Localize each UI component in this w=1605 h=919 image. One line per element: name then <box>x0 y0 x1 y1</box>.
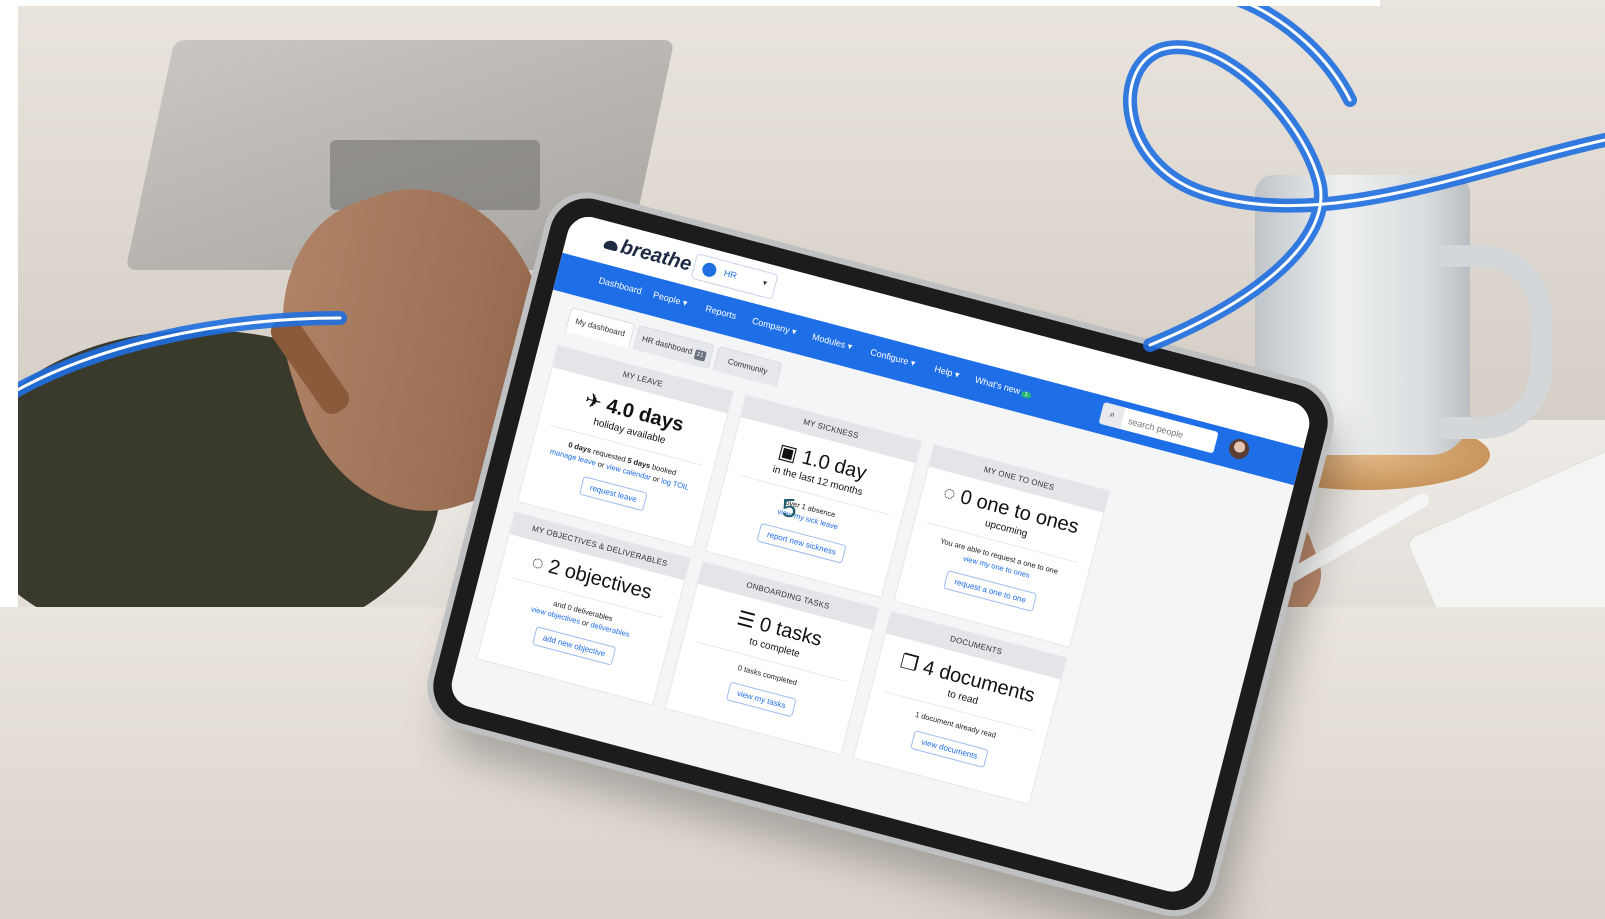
documents-panel: DOCUMENTS ❐ 4 documents to read 1 docume… <box>852 610 1068 805</box>
tab-my-dashboard[interactable]: My dashboard <box>565 306 636 349</box>
cloud-icon <box>603 239 619 252</box>
top-border <box>0 0 1380 6</box>
my-sickness-panel: MY SICKNESS ▣ 1.0 day in the last 12 mon… <box>705 394 923 599</box>
plane-icon: ✈ <box>582 388 605 415</box>
tab-hr-dashboard[interactable]: HR dashboard 21 <box>632 324 715 370</box>
caret-down-icon: ▾ <box>790 326 798 338</box>
speech-bubble-icon: ◌ <box>529 551 547 576</box>
left-border <box>0 0 18 607</box>
my-one-to-ones-panel: MY ONE TO ONES ◌ 0 one to ones upcoming … <box>893 444 1111 648</box>
hr-dashboard-badge: 21 <box>693 349 707 362</box>
nav-help[interactable]: Help ▾ <box>933 364 961 381</box>
search-icon[interactable]: ⌕ <box>1098 401 1126 429</box>
whats-new-badge: 1 <box>1020 390 1032 399</box>
my-objectives-panel: MY OBJECTIVES & DELIVERABLES ◌ 2 objecti… <box>476 511 691 706</box>
tab-community[interactable]: Community <box>712 345 783 387</box>
dashboard-tabs: My dashboard HR dashboard 21 Community <box>565 306 783 387</box>
user-avatar[interactable] <box>1226 436 1252 462</box>
log-toil-link[interactable]: log TOIL <box>660 476 690 492</box>
nav-people[interactable]: People ▾ <box>652 290 689 310</box>
caret-down-icon: ▾ <box>846 340 854 352</box>
overlay-number: 5 <box>782 493 797 523</box>
speech-bubble-icon: ◌ <box>941 481 959 506</box>
nav-reports[interactable]: Reports <box>704 303 737 321</box>
nav-configure[interactable]: Configure ▾ <box>869 347 916 369</box>
caret-down-icon: ▾ <box>761 278 769 288</box>
nav-whats-new[interactable]: What's new 1 <box>974 375 1032 399</box>
caret-down-icon: ▾ <box>953 369 961 381</box>
department-label: HR <box>722 267 738 281</box>
request-leave-button[interactable]: request leave <box>578 475 648 512</box>
robot-icon <box>700 261 718 279</box>
documents-icon: ❐ <box>897 650 921 677</box>
nav-dashboard[interactable]: Dashboard <box>598 275 643 296</box>
nav-company[interactable]: Company ▾ <box>751 316 798 338</box>
my-leave-panel: MY LEAVE ✈ 4.0 days holiday available 0 … <box>516 344 734 549</box>
caret-down-icon: ▾ <box>909 357 917 369</box>
tablet-screen: breathe HR ▾ Dashboard People ▾ Reports … <box>446 212 1315 897</box>
nav-modules[interactable]: Modules ▾ <box>811 332 854 353</box>
deliverables-link[interactable]: deliverables <box>590 620 631 639</box>
list-icon: ☰ <box>734 607 758 634</box>
tablet-device: breathe HR ▾ Dashboard People ▾ Reports … <box>0 0 1605 919</box>
view-tasks-button[interactable]: view my tasks <box>725 681 797 718</box>
medical-bag-icon: ▣ <box>775 440 800 467</box>
caret-down-icon: ▾ <box>681 297 689 309</box>
onboarding-tasks-panel: ONBOARDING TASKS ☰ 0 tasks to complete 0… <box>664 561 880 756</box>
